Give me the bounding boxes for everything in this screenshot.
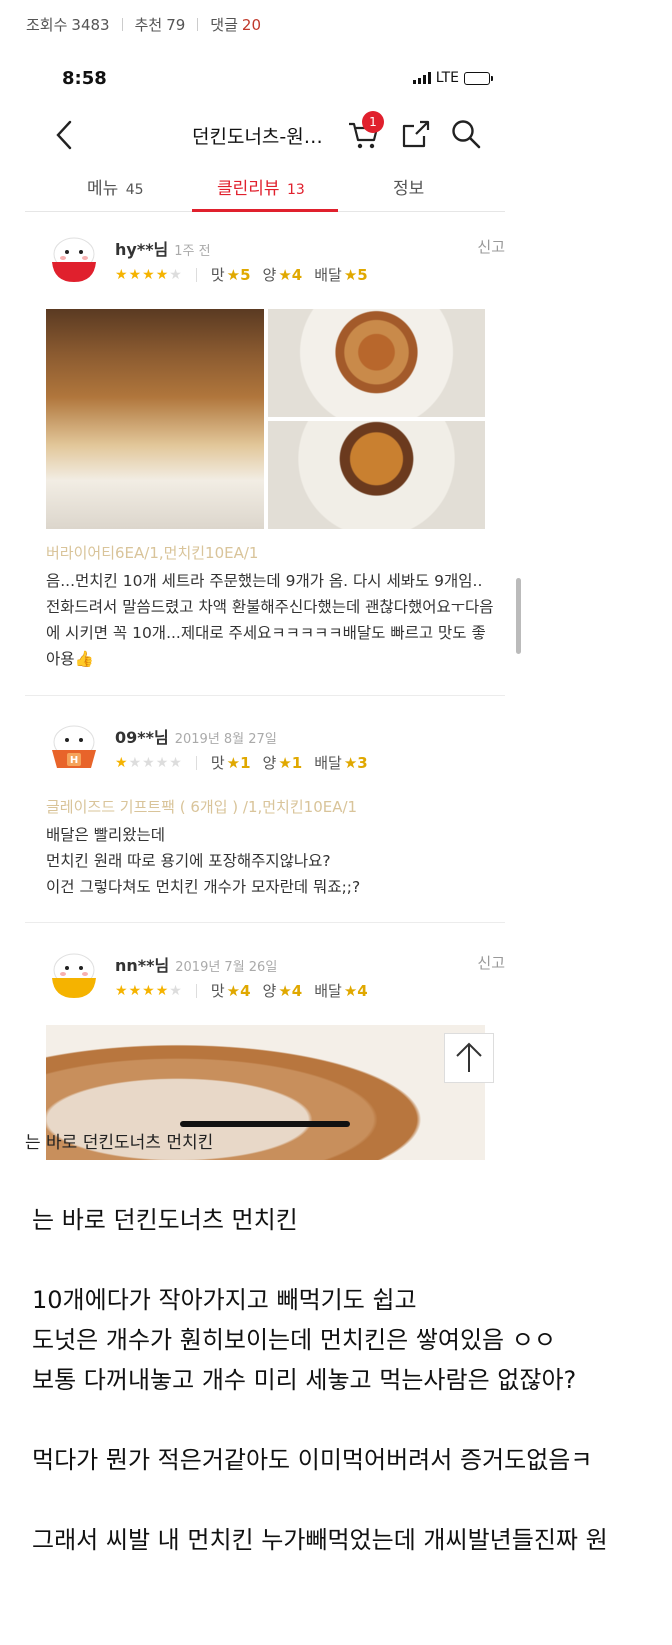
delivery-score: ★5 bbox=[343, 265, 368, 284]
home-indicator bbox=[180, 1121, 350, 1127]
avatar bbox=[52, 237, 96, 282]
status-bar: 8:58 LTE bbox=[62, 68, 493, 94]
review-text: 배달은 빨리왔는데 먼치킨 원래 따로 용기에 포장해주지않나요? 이건 그렇다… bbox=[46, 826, 361, 896]
comments-count: 20 bbox=[241, 15, 261, 34]
svg-text:H: H bbox=[70, 755, 78, 766]
comments-label: 댓글 bbox=[210, 16, 238, 34]
review-user: nn**님 2019년 7월 26일 bbox=[115, 956, 278, 975]
body-line: 보통 다꺼내놓고 개수 미리 세놓고 먹는사람은 없잖아? bbox=[32, 1366, 577, 1394]
scrollbar[interactable] bbox=[516, 578, 521, 654]
cart-badge: 1 bbox=[362, 111, 384, 133]
report-button[interactable]: 신고 bbox=[477, 952, 505, 973]
status-indicators: LTE bbox=[412, 70, 493, 86]
body-line bbox=[32, 1400, 672, 1440]
review-ratings: ★ ★ ★ ★ ★ 맛 ★4 양 ★4 배달 ★4 bbox=[115, 981, 368, 1001]
tab-clean-review[interactable]: 클린리뷰 13 bbox=[217, 174, 305, 199]
body-line bbox=[32, 1480, 672, 1520]
body-line: 도넛은 개수가 훤히보이는데 먼치킨은 쌓여있음 ㅇㅇ bbox=[32, 1326, 556, 1354]
image-caption: 는 바로 던킨도너츠 먼치킨 bbox=[25, 1133, 214, 1153]
body-line: 먹다가 뭔가 적은거같아도 이미먹어버려서 증거도없음ㅋ bbox=[32, 1446, 593, 1474]
network-label: LTE bbox=[435, 70, 459, 86]
tab-menu[interactable]: 메뉴 45 bbox=[87, 174, 144, 199]
review-item: H 09**님 2019년 8월 27일 ★ ★ ★ ★ ★ 맛 ★1 양 ★1 배달 ★3 글… bbox=[25, 720, 505, 920]
battery-icon bbox=[464, 71, 493, 85]
views-count: 3483 bbox=[71, 15, 110, 34]
avatar bbox=[52, 953, 96, 998]
views-label: 조회수 bbox=[26, 16, 68, 34]
review-menu: 버라이어티6EA/1,먼치킨10EA/1 bbox=[46, 544, 259, 562]
review-date: 1주 전 bbox=[174, 244, 211, 259]
top-navbar: 던킨도너츠-원… 1 bbox=[0, 110, 560, 160]
review-user: hy**님 1주 전 bbox=[115, 240, 211, 259]
divider bbox=[121, 18, 123, 31]
taste-score: ★4 bbox=[226, 981, 251, 1000]
review-photo[interactable] bbox=[268, 421, 485, 529]
review-user: 09**님 2019년 8월 27일 bbox=[115, 728, 277, 747]
store-tabs: 메뉴 45 클린리뷰 13 정보 bbox=[25, 160, 505, 212]
review-ratings: ★ ★ ★ ★ ★ 맛 ★1 양 ★1 배달 ★3 bbox=[115, 753, 368, 773]
review-item: hy**님 1주 전 신고 ★ ★ ★ ★ ★ 맛 ★5 양 ★4 배달 ★5 버라이어티6EA… bbox=[25, 232, 505, 692]
arrow-up-icon bbox=[456, 1042, 482, 1072]
review-text: 음...먼치킨 10개 세트라 주문했는데 9개가 옴. 다시 세봐도 9개임.… bbox=[46, 572, 494, 668]
divider bbox=[197, 18, 199, 31]
app-screenshot: 8:58 LTE 던킨도너츠-원… 1 메뉴 45 클린리뷰 13 정보 hy*… bbox=[0, 50, 560, 1160]
body-line bbox=[32, 1240, 672, 1280]
recommend-count: 79 bbox=[166, 15, 186, 34]
amount-score: ★4 bbox=[278, 981, 303, 1000]
review-photo[interactable] bbox=[268, 309, 485, 417]
share-icon[interactable] bbox=[400, 118, 432, 150]
taste-score: ★5 bbox=[226, 265, 251, 284]
delivery-score: ★3 bbox=[343, 753, 368, 772]
review-date: 2019년 8월 27일 bbox=[174, 732, 277, 747]
review-date: 2019년 7월 26일 bbox=[175, 960, 278, 975]
signal-icon bbox=[412, 72, 431, 84]
amount-score: ★4 bbox=[278, 265, 303, 284]
avatar: H bbox=[52, 725, 96, 768]
divider bbox=[25, 922, 505, 923]
post-body: 는 바로 던킨도너츠 먼치킨 10개에다가 작아가지고 빼먹기도 쉽고 도넛은 … bbox=[32, 1200, 672, 1560]
search-icon[interactable] bbox=[450, 118, 482, 150]
back-icon[interactable] bbox=[50, 118, 80, 152]
store-title: 던킨도너츠-원… bbox=[192, 126, 323, 148]
status-time: 8:58 bbox=[62, 68, 107, 89]
review-ratings: ★ ★ ★ ★ ★ 맛 ★5 양 ★4 배달 ★5 bbox=[115, 265, 368, 285]
body-line: 그래서 씨발 내 먼치킨 누가빼먹었는데 개씨발년들진짜 원 bbox=[32, 1526, 608, 1554]
body-line: 10개에다가 작아가지고 빼먹기도 쉽고 bbox=[32, 1286, 417, 1314]
tab-info[interactable]: 정보 bbox=[393, 174, 424, 199]
star-rating: ★ ★ ★ ★ ★ bbox=[115, 754, 182, 771]
active-tab-indicator bbox=[192, 209, 338, 212]
divider bbox=[25, 695, 505, 696]
body-line: 는 바로 던킨도너츠 먼치킨 bbox=[32, 1206, 298, 1234]
star-rating: ★ ★ ★ ★ ★ bbox=[115, 982, 182, 999]
review-menu: 글레이즈드 기프트팩 ( 6개입 ) /1,먼치킨10EA/1 bbox=[46, 798, 358, 816]
amount-score: ★1 bbox=[278, 753, 303, 772]
star-rating: ★ ★ ★ ★ ★ bbox=[115, 266, 182, 283]
delivery-score: ★4 bbox=[343, 981, 368, 1000]
taste-score: ★1 bbox=[226, 753, 251, 772]
post-meta: 조회수 3483 추천 79 댓글 20 bbox=[26, 14, 261, 35]
scroll-to-top-button[interactable] bbox=[444, 1033, 494, 1083]
recommend-label: 추천 bbox=[134, 16, 163, 34]
report-button[interactable]: 신고 bbox=[477, 236, 505, 257]
review-photo[interactable] bbox=[46, 309, 264, 529]
